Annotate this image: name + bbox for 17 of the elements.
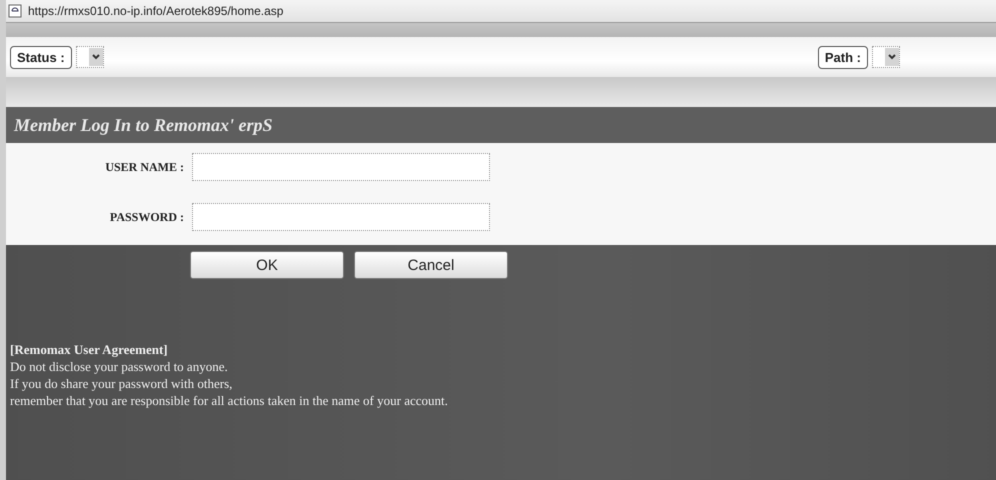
dropdown[interactable] [872, 46, 900, 68]
agreement-heading: [Remomax User Agreement] [10, 341, 168, 358]
toolbar-label: Path : [818, 46, 868, 68]
field-label: USER NAME : [104, 160, 185, 174]
login-title: Member Log In to Remomax' erpS [14, 114, 273, 136]
toolbar-label: Status : [10, 46, 72, 68]
page-icon [8, 4, 22, 18]
dropdown[interactable] [76, 46, 104, 68]
agreement-text: remember that you are responsible for all actions taken in the name of your account. [10, 392, 448, 409]
agreement-text: If you do share your password with others, [10, 375, 232, 392]
field-label: PASSWORD : [108, 210, 185, 224]
cancel-button[interactable]: Cancel [354, 251, 508, 279]
ok-button[interactable]: OK [190, 251, 344, 279]
agreement-text: Do not disclose your password to anyone. [10, 358, 228, 375]
url-text[interactable]: https://rmxs010.no-ip.info/Aerotek895/home.asp [28, 4, 284, 18]
input-field[interactable] [192, 203, 490, 231]
input-field[interactable] [192, 153, 490, 181]
